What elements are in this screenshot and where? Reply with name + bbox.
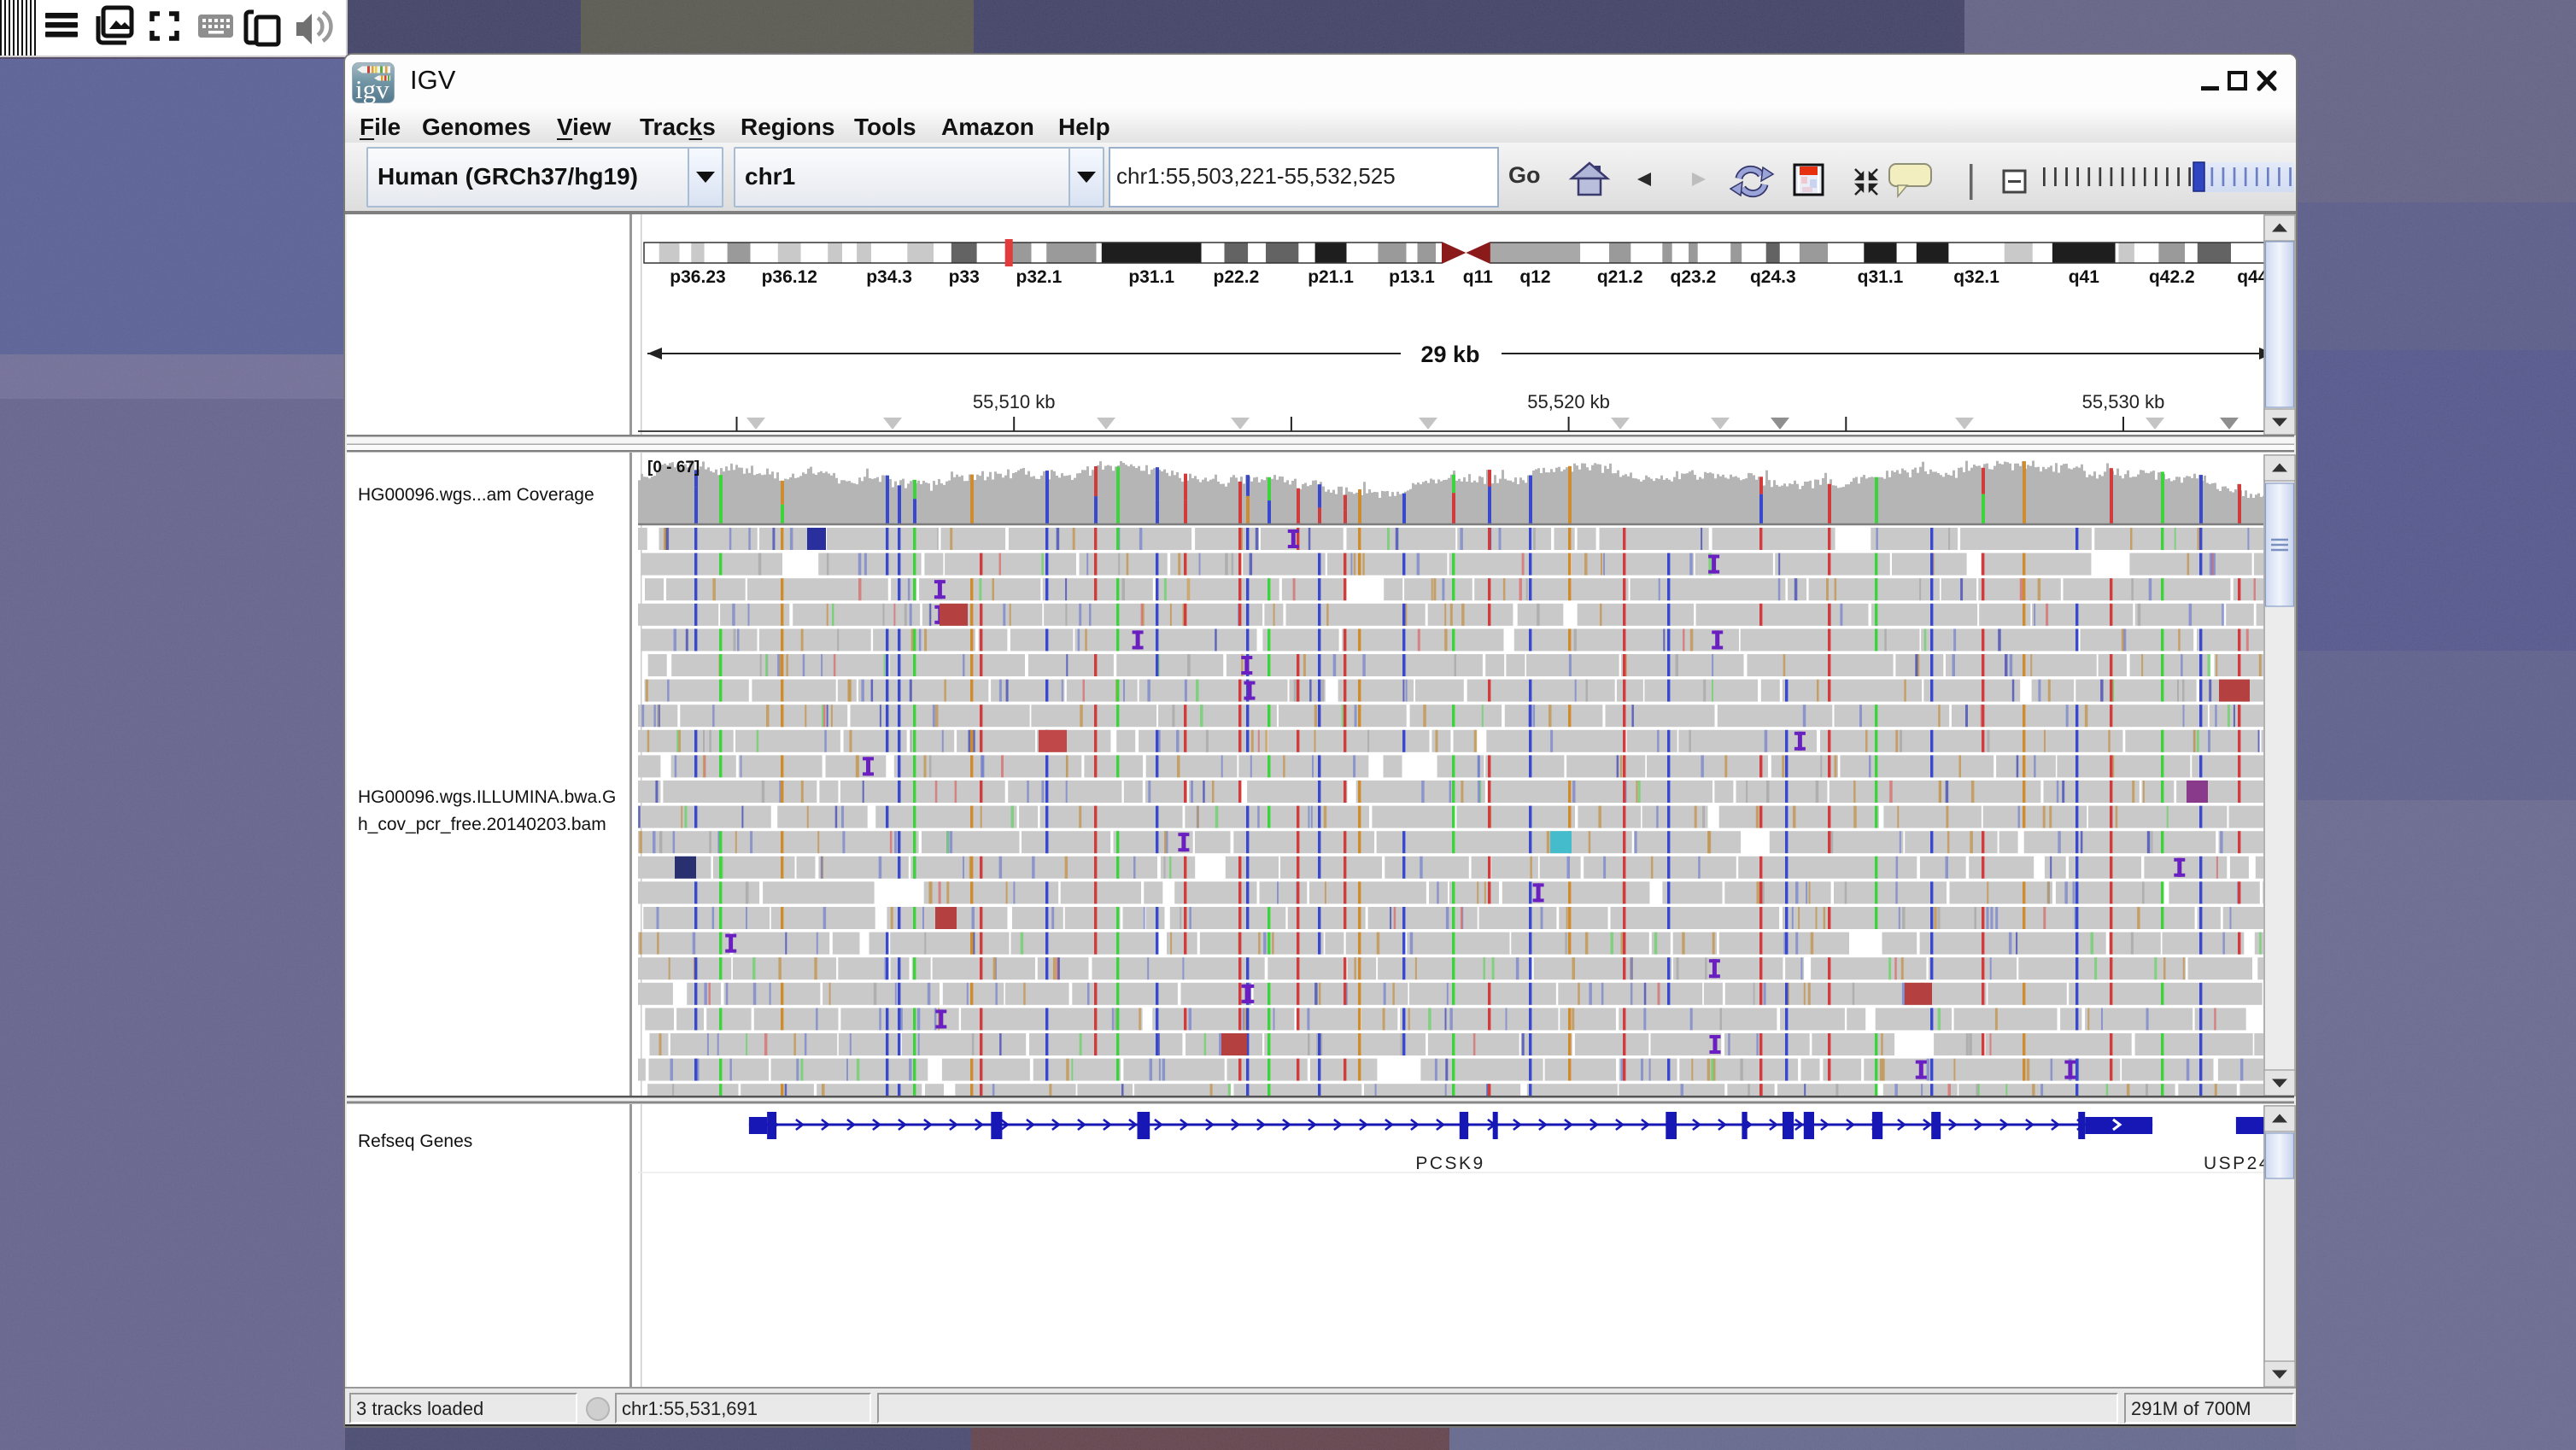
- svg-text:p22.2: p22.2: [1214, 267, 1260, 287]
- svg-text:55,530 kb: 55,530 kb: [2082, 391, 2165, 412]
- svg-text:55,510 kb: 55,510 kb: [973, 391, 1056, 412]
- svg-text:p36.23: p36.23: [670, 267, 725, 287]
- svg-text:q32.1: q32.1: [1953, 267, 1999, 287]
- svg-text:PCSK9: PCSK9: [1415, 1154, 1484, 1173]
- svg-text:p31.1: p31.1: [1128, 267, 1174, 287]
- svg-text:q11: q11: [1463, 267, 1493, 287]
- svg-text:q24.3: q24.3: [1750, 267, 1796, 287]
- svg-text:p33: p33: [949, 267, 980, 287]
- svg-text:q41: q41: [2069, 267, 2100, 287]
- svg-text:q21.2: q21.2: [1597, 267, 1643, 287]
- svg-text:q23.2: q23.2: [1671, 267, 1717, 287]
- svg-text:p34.3: p34.3: [866, 267, 912, 287]
- svg-text:HG00096.wgs.ILLUMINA.bwa.G: HG00096.wgs.ILLUMINA.bwa.G: [358, 787, 616, 807]
- svg-text:q31.1: q31.1: [1858, 267, 1904, 287]
- svg-text:q12: q12: [1519, 267, 1550, 287]
- svg-text:p36.12: p36.12: [762, 267, 817, 287]
- svg-text:p32.1: p32.1: [1016, 267, 1063, 287]
- svg-text:[0 - 67]: [0 - 67]: [647, 459, 700, 477]
- svg-text:q42.2: q42.2: [2149, 267, 2195, 287]
- svg-text:h_cov_pcr_free.20140203.bam: h_cov_pcr_free.20140203.bam: [358, 815, 606, 834]
- svg-text:q44: q44: [2237, 267, 2269, 287]
- svg-text:Refseq Genes: Refseq Genes: [358, 1131, 472, 1151]
- svg-text:p13.1: p13.1: [1389, 267, 1435, 287]
- svg-text:p21.1: p21.1: [1308, 267, 1354, 287]
- svg-text:USP24: USP24: [2204, 1154, 2271, 1173]
- svg-text:55,520 kb: 55,520 kb: [1527, 391, 1610, 412]
- svg-text:HG00096.wgs...am Coverage: HG00096.wgs...am Coverage: [358, 485, 594, 505]
- svg-text:29 kb: 29 kb: [1420, 342, 1479, 367]
